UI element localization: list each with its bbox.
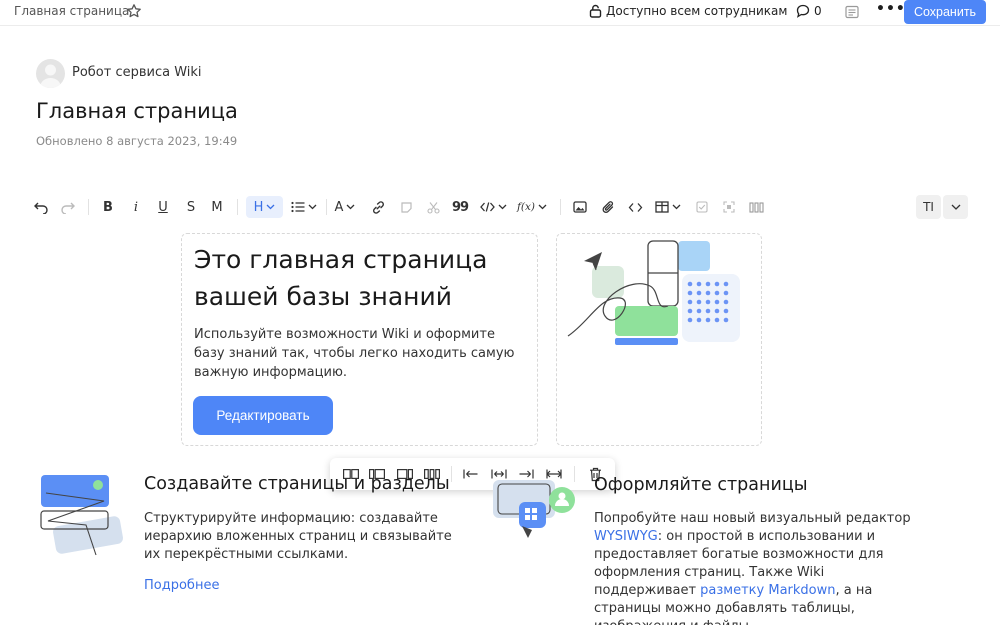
- save-button[interactable]: Сохранить: [904, 0, 986, 24]
- top-bar: Главная страница Доступно всем сотрудник…: [0, 0, 1000, 26]
- hero-description: Используйте возможности Wiki и оформите …: [194, 327, 515, 380]
- feature-title: Создавайте страницы и разделы: [144, 474, 450, 494]
- align-left-button[interactable]: [462, 466, 480, 482]
- access-button[interactable]: Доступно всем сотрудникам: [589, 4, 787, 18]
- code-icon: [628, 202, 642, 212]
- breadcrumb[interactable]: Главная страница: [14, 4, 129, 18]
- toolbar-divider: [560, 199, 561, 215]
- quote-button[interactable]: 99: [450, 196, 470, 218]
- mode-dropdown-button[interactable]: [943, 195, 968, 219]
- formula-dropdown[interactable]: f(x): [516, 196, 548, 218]
- paperclip-icon: [602, 200, 613, 213]
- hero-title: Это главная страница вашей базы знаний: [194, 245, 488, 311]
- list-dropdown[interactable]: [289, 196, 319, 218]
- comments-button[interactable]: 0: [796, 4, 822, 18]
- heading-label: H: [253, 199, 264, 215]
- edit-button[interactable]: Редактировать: [193, 396, 333, 435]
- wysiwyg-link[interactable]: WYSIWYG: [594, 529, 658, 544]
- table-dropdown[interactable]: [653, 196, 683, 218]
- formatting-illustration: [493, 480, 575, 538]
- more-menu-button[interactable]: •••: [876, 1, 906, 17]
- image-icon: [573, 201, 587, 213]
- link-button[interactable]: [368, 196, 388, 218]
- heading-dropdown[interactable]: H: [246, 196, 283, 218]
- author-name[interactable]: Робот сервиса Wiki: [72, 65, 202, 80]
- checkbox-button[interactable]: [692, 196, 712, 218]
- page-title: Главная страница: [36, 99, 238, 123]
- knowledge-base-illustration: [567, 240, 740, 345]
- text-color-dropdown[interactable]: A: [332, 196, 358, 218]
- toolbar-divider: [88, 199, 89, 215]
- pages-hierarchy-illustration: [40, 475, 123, 556]
- columns-icon: [748, 201, 764, 213]
- bold-button[interactable]: B: [98, 196, 118, 218]
- link-icon: [372, 200, 384, 214]
- code-block-icon: [479, 202, 495, 212]
- updated-date: Обновлено 8 августа 2023, 19:49: [36, 134, 238, 148]
- chevron-down-icon: [498, 204, 506, 210]
- scissors-icon: [426, 201, 440, 214]
- avatar: [36, 59, 65, 88]
- redo-button[interactable]: [57, 196, 79, 218]
- comments-count: 0: [814, 4, 822, 18]
- undo-button[interactable]: [30, 196, 52, 218]
- popup-divider: [451, 466, 452, 482]
- text-color-label: A: [334, 199, 344, 215]
- formula-label: f(x): [516, 201, 535, 213]
- redo-icon: [61, 202, 75, 214]
- lock-icon: [589, 4, 602, 18]
- columns-button[interactable]: [745, 196, 767, 218]
- feature-description: Попробуйте наш новый визуальный редактор…: [594, 510, 914, 625]
- toolbar-divider: [237, 199, 238, 215]
- access-label: Доступно всем сотрудникам: [606, 4, 788, 18]
- list-icon: [291, 201, 305, 213]
- toolbar-divider: [326, 199, 327, 215]
- chevron-down-icon: [346, 204, 355, 210]
- markdown-link[interactable]: разметку Markdown: [700, 583, 835, 598]
- align-left-icon: [463, 469, 478, 479]
- chevron-down-icon: [951, 204, 960, 210]
- italic-button[interactable]: i: [126, 196, 146, 218]
- code-dropdown[interactable]: [478, 196, 508, 218]
- feature-title: Оформляйте страницы: [594, 475, 808, 495]
- table-of-contents-icon[interactable]: [845, 5, 859, 19]
- star-icon[interactable]: [126, 3, 142, 19]
- attach-file-button[interactable]: [598, 196, 618, 218]
- comment-icon: [796, 4, 810, 18]
- monospace-button[interactable]: M: [206, 196, 228, 218]
- underline-button[interactable]: U: [153, 196, 173, 218]
- note-icon: [400, 201, 412, 213]
- strikethrough-button[interactable]: S: [181, 196, 201, 218]
- text-mode-button[interactable]: TI: [916, 195, 941, 219]
- focus-icon: [723, 201, 735, 213]
- table-icon: [655, 201, 669, 213]
- feature-description: Структурируйте информацию: создавайте ие…: [144, 511, 452, 562]
- image-button[interactable]: [570, 196, 590, 218]
- feature-text-part: Попробуйте наш новый визуальный редактор: [594, 511, 911, 526]
- chevron-down-icon: [672, 204, 681, 210]
- undo-icon: [34, 202, 48, 214]
- chevron-down-icon: [266, 204, 275, 210]
- chevron-down-icon: [538, 204, 547, 210]
- checkbox-icon: [696, 201, 708, 213]
- note-button[interactable]: [396, 196, 416, 218]
- html-code-button[interactable]: [624, 196, 646, 218]
- anchor-button[interactable]: [719, 196, 739, 218]
- chevron-down-icon: [308, 204, 317, 210]
- learn-more-link[interactable]: Подробнее: [144, 578, 219, 593]
- cut-button[interactable]: [423, 196, 443, 218]
